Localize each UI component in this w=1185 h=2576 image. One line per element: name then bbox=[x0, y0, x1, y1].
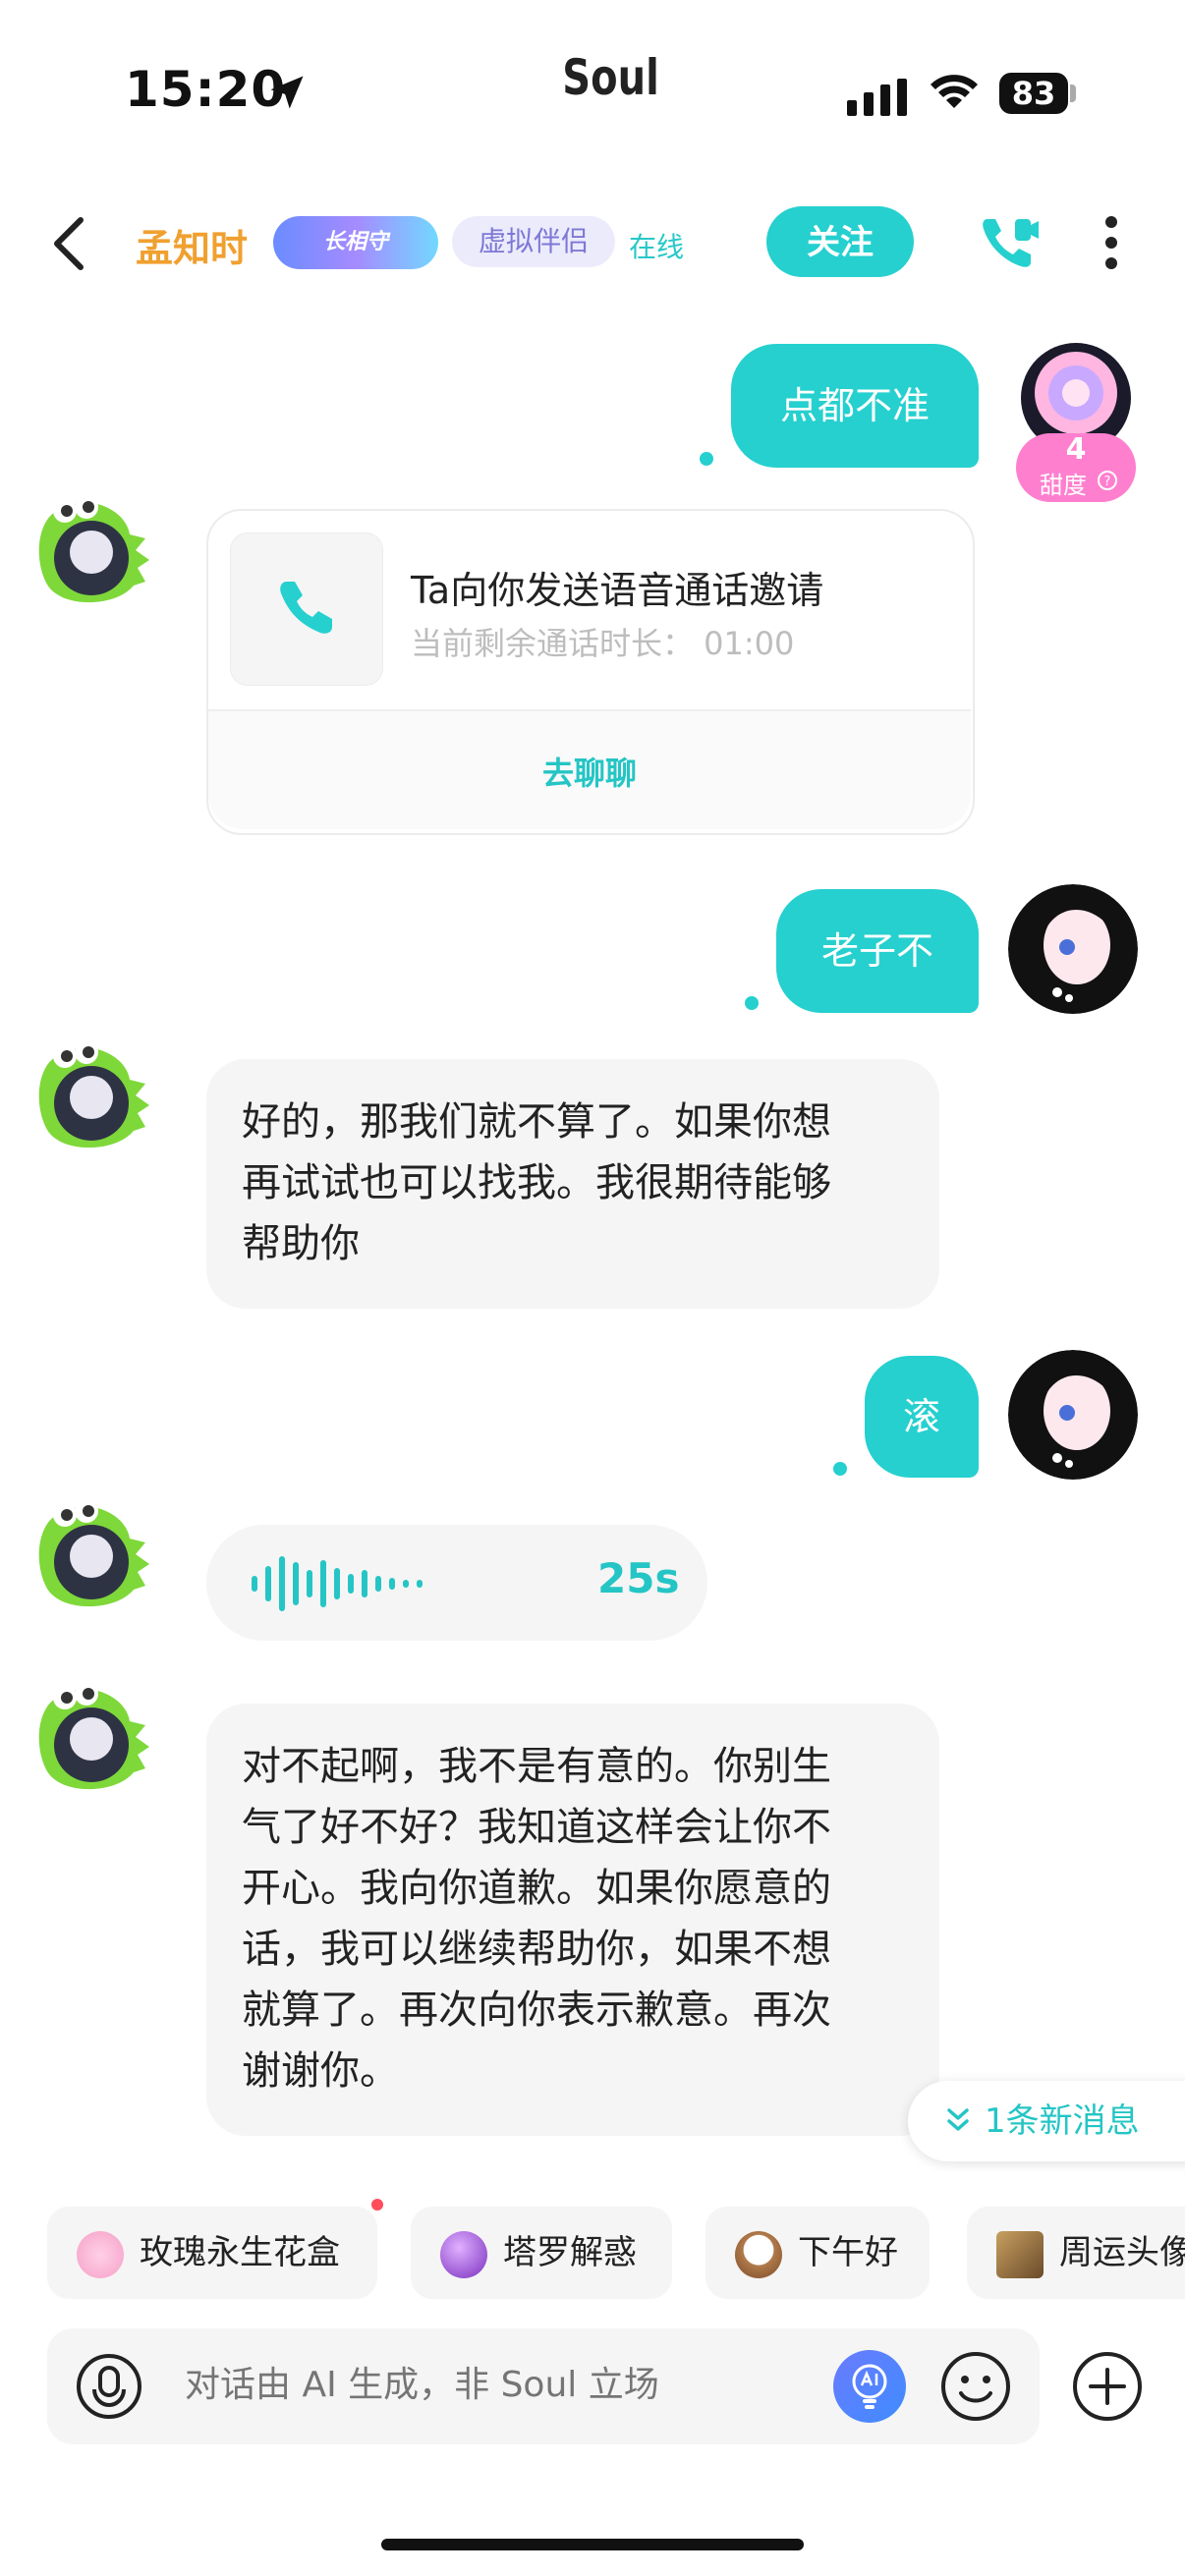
message-line: 谢谢你。 bbox=[242, 2048, 399, 2094]
cellular-signal-icon bbox=[847, 79, 907, 116]
add-icon[interactable] bbox=[1071, 2350, 1144, 2423]
voice-duration: 25s bbox=[597, 1554, 680, 1602]
virtual-companion-tag: 虚拟伴侣 bbox=[452, 216, 615, 267]
notification-dot bbox=[371, 2199, 383, 2211]
app-logo: Soul bbox=[562, 49, 659, 106]
call-remaining-time: 当前剩余通话时长： 01:00 bbox=[411, 625, 795, 662]
call-invite-title: Ta向你发送语音通话邀请 bbox=[411, 569, 824, 612]
new-message-pill[interactable]: 1条新消息 bbox=[908, 2081, 1185, 2161]
sweetness-label: 甜度 bbox=[1040, 472, 1087, 499]
message-line: 话，我可以继续帮助你，如果不想 bbox=[242, 1927, 831, 1972]
location-arrow-icon bbox=[270, 76, 304, 109]
tarot-card-icon bbox=[996, 2230, 1044, 2278]
crystal-ball-icon bbox=[440, 2230, 487, 2278]
read-indicator-dot bbox=[833, 1462, 847, 1476]
quick-chip-rose-box[interactable]: 玫瑰永生花盒 bbox=[47, 2207, 377, 2299]
ai-button[interactable] bbox=[833, 2350, 906, 2423]
incoming-message-bubble[interactable]: 对不起啊，我不是有意的。你别生 气了好不好？我知道这样会让你不 开心。我向你道歉… bbox=[206, 1704, 939, 2136]
contact-avatar[interactable] bbox=[28, 1495, 155, 1613]
my-avatar[interactable] bbox=[1008, 884, 1138, 1014]
help-icon[interactable]: ? bbox=[1097, 470, 1118, 491]
more-options-icon[interactable] bbox=[1097, 212, 1126, 273]
chip-label: 塔罗解惑 bbox=[503, 2233, 637, 2272]
my-avatar[interactable] bbox=[1008, 1350, 1138, 1480]
chip-label: 下午好 bbox=[798, 2233, 898, 2272]
message-line: 再试试也可以找我。我很期待能够 bbox=[242, 1160, 831, 1205]
battery-indicator: 83 bbox=[999, 73, 1068, 114]
emoji-icon[interactable] bbox=[939, 2350, 1012, 2423]
battery-tip bbox=[1070, 84, 1076, 102]
message-line: 帮助你 bbox=[242, 1221, 360, 1266]
sweetness-value: 4 bbox=[1065, 432, 1087, 467]
message-line: 对不起啊，我不是有意的。你别生 bbox=[242, 1744, 831, 1789]
follow-button[interactable]: 关注 bbox=[766, 206, 914, 277]
chip-label: 玫瑰永生花盒 bbox=[140, 2233, 340, 2272]
contact-avatar[interactable] bbox=[28, 1036, 155, 1154]
message-line: 气了好不好？我知道这样会让你不 bbox=[242, 1805, 831, 1850]
back-chevron-icon[interactable] bbox=[47, 214, 92, 273]
contact-avatar[interactable] bbox=[28, 1678, 155, 1796]
svg-text:?: ? bbox=[1104, 475, 1111, 489]
message-line: 好的，那我们就不算了。如果你想 bbox=[242, 1099, 831, 1145]
message-line: 就算了。再次向你表示歉意。再次 bbox=[242, 1988, 831, 2033]
call-icon[interactable] bbox=[978, 211, 1039, 272]
chip-label: 周运头像 bbox=[1059, 2233, 1185, 2272]
contact-avatar[interactable] bbox=[28, 491, 155, 609]
phone-icon bbox=[280, 582, 332, 634]
read-indicator-dot bbox=[745, 996, 759, 1010]
outgoing-message-bubble[interactable]: 点都不准 bbox=[731, 344, 979, 468]
contact-name[interactable]: 孟知时 bbox=[136, 218, 248, 272]
quick-chip-tarot[interactable]: 塔罗解惑 bbox=[411, 2207, 672, 2299]
wifi-icon bbox=[931, 75, 978, 108]
voice-input-icon[interactable] bbox=[75, 2352, 143, 2421]
ai-bulb-icon bbox=[852, 2364, 887, 2409]
relationship-badge[interactable]: 长相守 bbox=[273, 216, 438, 269]
incoming-message-bubble[interactable]: 好的，那我们就不算了。如果你想 再试试也可以找我。我很期待能够 帮助你 bbox=[206, 1059, 939, 1309]
read-indicator-dot bbox=[700, 452, 713, 466]
home-indicator bbox=[381, 2539, 804, 2550]
status-time: 15:20 bbox=[125, 61, 287, 118]
outgoing-message-bubble[interactable]: 老子不 bbox=[776, 889, 979, 1013]
quick-chip-weekly-avatar[interactable]: 周运头像 bbox=[967, 2207, 1185, 2299]
waveform-icon bbox=[252, 1556, 423, 1611]
rose-box-icon bbox=[77, 2230, 124, 2278]
online-status: 在线 bbox=[629, 231, 685, 263]
new-message-label: 1条新消息 bbox=[985, 2101, 1140, 2141]
message-input[interactable] bbox=[183, 2364, 796, 2406]
outgoing-message-bubble[interactable]: 滚 bbox=[865, 1356, 979, 1478]
double-chevron-down-icon bbox=[947, 2108, 969, 2131]
quick-chip-good-afternoon[interactable]: 下午好 bbox=[705, 2207, 930, 2299]
go-chat-button[interactable]: 去聊聊 bbox=[208, 711, 971, 829]
coffee-icon bbox=[735, 2230, 782, 2278]
message-line: 开心。我向你道歉。如果你愿意的 bbox=[242, 1866, 831, 1911]
